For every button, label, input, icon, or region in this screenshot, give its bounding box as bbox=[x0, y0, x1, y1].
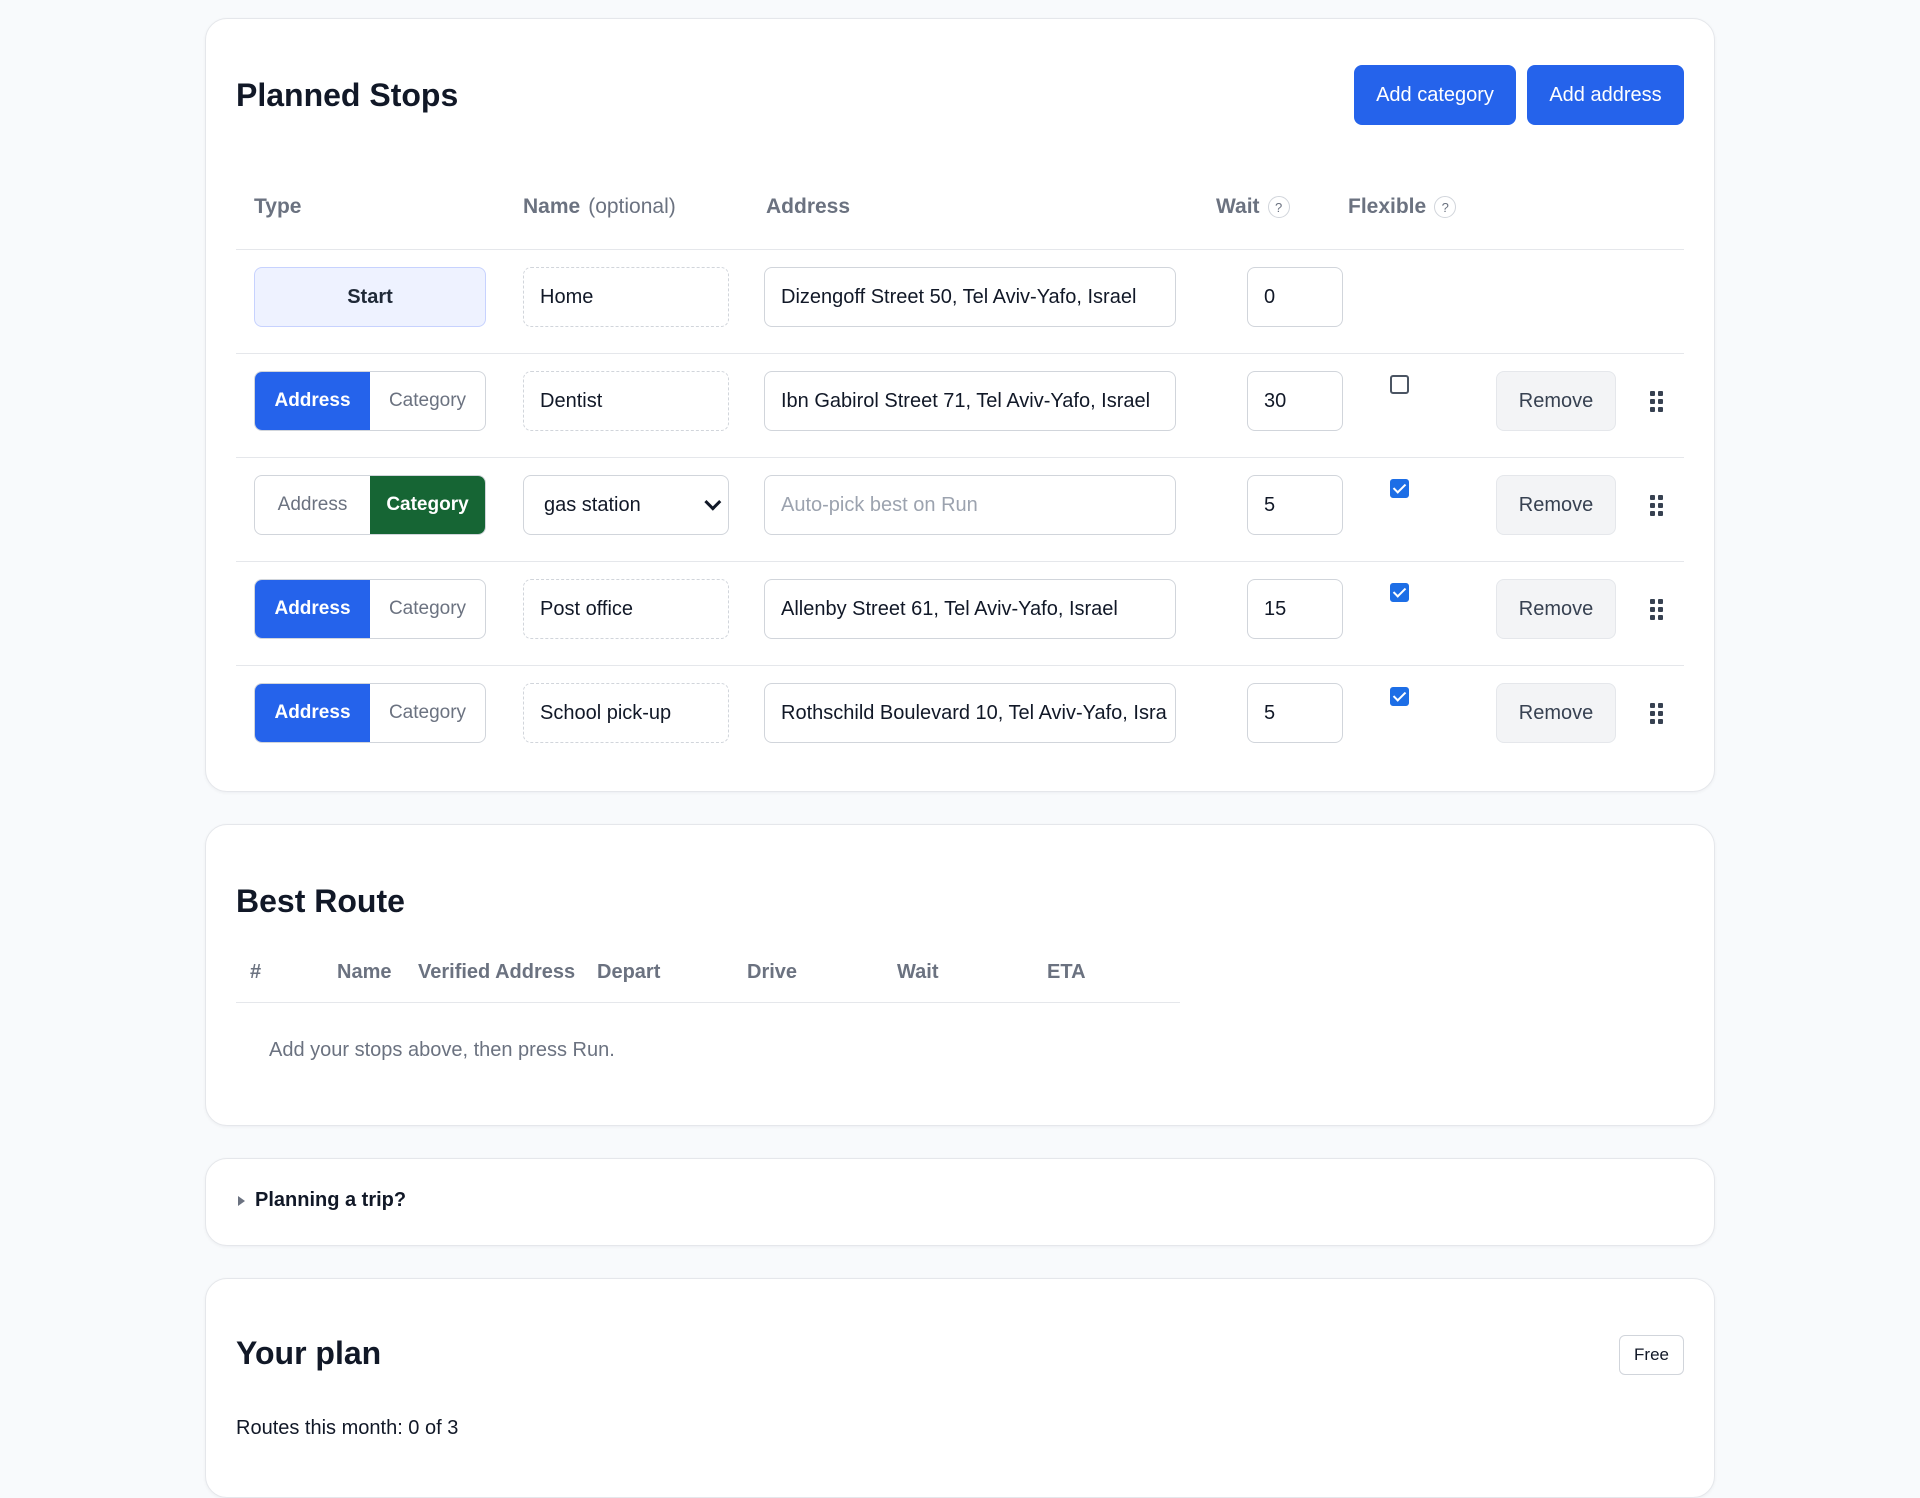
flexible-checkbox[interactable] bbox=[1390, 375, 1409, 394]
planning-trip-toggle[interactable]: Planning a trip? bbox=[238, 1189, 406, 1212]
stop-row: Address Category Dentist Ibn Gabirol Str… bbox=[236, 354, 1684, 458]
stop-address-input[interactable]: Allenby Street 61, Tel Aviv-Yafo, Israel bbox=[764, 579, 1176, 639]
stop-row-start: Start Home Dizengoff Street 50, Tel Aviv… bbox=[236, 250, 1684, 354]
toggle-address-option[interactable]: Address bbox=[255, 476, 370, 534]
stop-type-toggle: Address Category bbox=[254, 371, 486, 431]
stop-address-input[interactable]: Rothschild Boulevard 10, Tel Aviv-Yafo, … bbox=[764, 683, 1176, 743]
toggle-category-option[interactable]: Category bbox=[370, 372, 485, 430]
start-name-input[interactable]: Home bbox=[523, 267, 729, 327]
flexible-help-icon[interactable]: ? bbox=[1434, 196, 1457, 218]
header-flexible-label: Flexible bbox=[1348, 195, 1427, 218]
stop-wait-input[interactable]: 15 bbox=[1247, 579, 1343, 639]
header-wait: Wait ? bbox=[1216, 195, 1290, 219]
your-plan-title: Your plan bbox=[236, 1335, 382, 1371]
plan-badge: Free bbox=[1619, 1335, 1684, 1375]
chevron-down-icon bbox=[704, 493, 722, 511]
header-name-label: Name bbox=[523, 195, 581, 218]
drag-handle-icon[interactable] bbox=[1650, 495, 1664, 517]
toggle-address-option[interactable]: Address bbox=[255, 580, 370, 638]
route-empty-message: Add your stops above, then press Run. bbox=[269, 1039, 615, 1061]
add-address-button[interactable]: Add address bbox=[1527, 65, 1684, 125]
stop-wait-input[interactable]: 5 bbox=[1247, 475, 1343, 535]
flexible-checkbox[interactable] bbox=[1390, 479, 1409, 498]
toggle-category-option[interactable]: Category bbox=[370, 684, 485, 742]
remove-button[interactable]: Remove bbox=[1496, 371, 1616, 431]
route-col-wait: Wait bbox=[897, 961, 939, 983]
stop-type-toggle: Address Category bbox=[254, 683, 486, 743]
stop-name-input[interactable]: Post office bbox=[523, 579, 729, 639]
stop-type-toggle: Address Category bbox=[254, 475, 486, 535]
header-name-optional: (optional) bbox=[588, 195, 676, 218]
header-wait-label: Wait bbox=[1216, 195, 1260, 218]
planning-trip-card: Planning a trip? bbox=[205, 1158, 1715, 1246]
route-col-verified-address: Verified Address bbox=[418, 961, 576, 983]
stop-wait-input[interactable]: 30 bbox=[1247, 371, 1343, 431]
toggle-address-option[interactable]: Address bbox=[255, 684, 370, 742]
route-col-name: Name bbox=[337, 961, 392, 983]
wait-help-icon[interactable]: ? bbox=[1267, 196, 1290, 218]
route-col-depart: Depart bbox=[597, 961, 661, 983]
stop-name-input[interactable]: School pick-up bbox=[523, 683, 729, 743]
planned-stops-title: Planned Stops bbox=[236, 77, 459, 113]
best-route-card: Best Route # Name Verified Address Depar… bbox=[205, 824, 1715, 1126]
toggle-category-option[interactable]: Category bbox=[370, 476, 485, 534]
route-col-eta: ETA bbox=[1047, 961, 1086, 983]
flexible-checkbox[interactable] bbox=[1390, 583, 1409, 602]
planning-trip-label: Planning a trip? bbox=[255, 1189, 407, 1211]
header-type-label: Type bbox=[254, 195, 302, 218]
header-type: Type bbox=[254, 195, 301, 219]
toggle-category-option[interactable]: Category bbox=[370, 580, 485, 638]
best-route-title: Best Route bbox=[236, 883, 405, 919]
plan-usage-text: Routes this month: 0 of 3 bbox=[236, 1417, 459, 1439]
disclosure-triangle-icon bbox=[238, 1195, 245, 1206]
toggle-address-option[interactable]: Address bbox=[255, 372, 370, 430]
header-address-label: Address bbox=[766, 195, 851, 218]
stop-row: Address Category gas station Auto-pick b… bbox=[236, 458, 1684, 562]
drag-handle-icon[interactable] bbox=[1650, 703, 1664, 725]
stop-address-input[interactable]: Ibn Gabirol Street 71, Tel Aviv-Yafo, Is… bbox=[764, 371, 1176, 431]
stop-address-input[interactable]: Auto-pick best on Run bbox=[764, 475, 1176, 535]
remove-button[interactable]: Remove bbox=[1496, 683, 1616, 743]
category-select[interactable]: gas station bbox=[523, 475, 729, 535]
header-address: Address bbox=[766, 195, 850, 219]
flexible-checkbox[interactable] bbox=[1390, 687, 1409, 706]
start-chip: Start bbox=[254, 267, 486, 327]
stop-name-input[interactable]: Dentist bbox=[523, 371, 729, 431]
start-wait-input[interactable]: 0 bbox=[1247, 267, 1343, 327]
route-header-divider bbox=[236, 1002, 1180, 1003]
add-category-button[interactable]: Add category bbox=[1354, 65, 1516, 125]
start-address-input[interactable]: Dizengoff Street 50, Tel Aviv-Yafo, Isra… bbox=[764, 267, 1176, 327]
stop-row: Address Category School pick-up Rothschi… bbox=[236, 666, 1684, 770]
planned-stops-card: Planned Stops Add category Add address T… bbox=[205, 18, 1715, 792]
stop-type-toggle: Address Category bbox=[254, 579, 486, 639]
route-col-drive: Drive bbox=[747, 961, 798, 983]
remove-button[interactable]: Remove bbox=[1496, 475, 1616, 535]
your-plan-card: Your plan Free Routes this month: 0 of 3 bbox=[205, 1278, 1715, 1498]
category-select-value: gas station bbox=[544, 493, 641, 516]
route-col-index: # bbox=[250, 961, 262, 983]
header-name: Name (optional) bbox=[523, 195, 676, 219]
header-flexible: Flexible ? bbox=[1348, 195, 1457, 219]
drag-handle-icon[interactable] bbox=[1650, 599, 1664, 621]
remove-button[interactable]: Remove bbox=[1496, 579, 1616, 639]
stop-wait-input[interactable]: 5 bbox=[1247, 683, 1343, 743]
stop-row: Address Category Post office Allenby Str… bbox=[236, 562, 1684, 666]
drag-handle-icon[interactable] bbox=[1650, 391, 1664, 413]
